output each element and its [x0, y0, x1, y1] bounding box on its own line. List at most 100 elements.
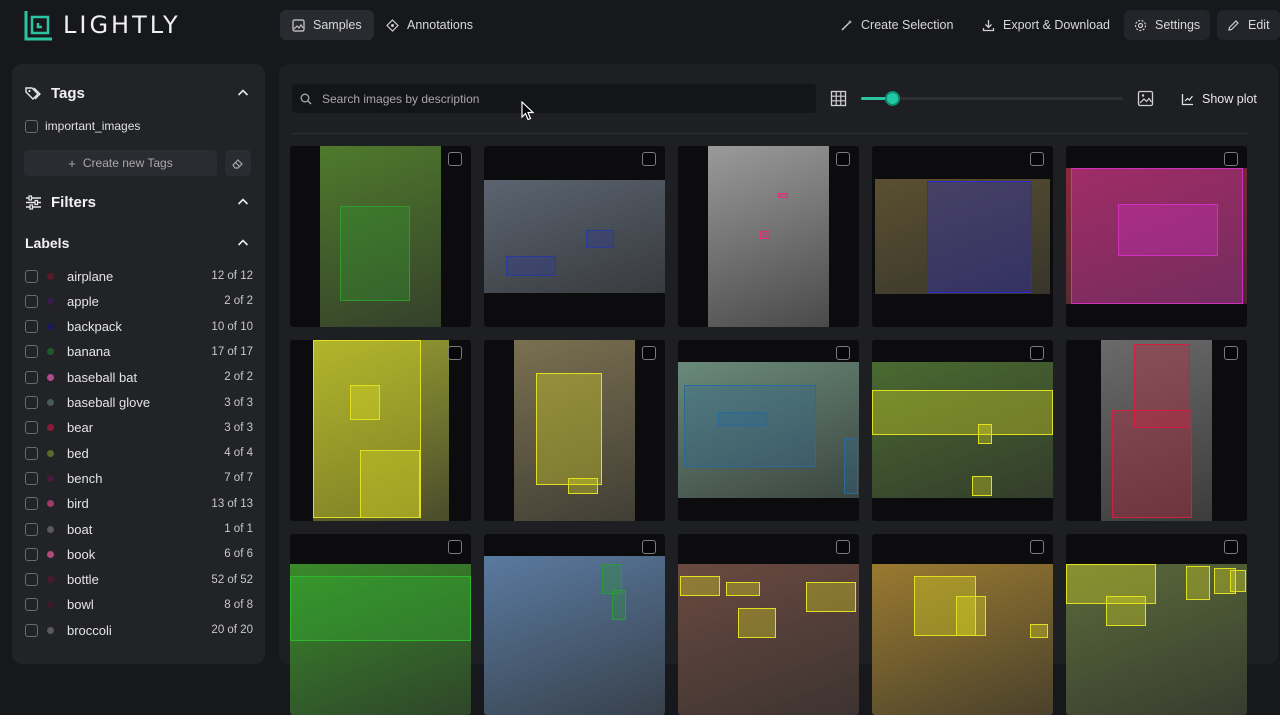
label-checkbox[interactable]: [25, 320, 38, 334]
create-selection-button[interactable]: Create Selection: [830, 10, 963, 40]
annotation-box: [1230, 570, 1246, 592]
label-checkbox[interactable]: [25, 396, 38, 409]
chevron-up-icon[interactable]: [237, 237, 249, 249]
tag-item-important-images[interactable]: important_images: [25, 119, 140, 133]
mouse-cursor-icon: [521, 101, 535, 121]
chevron-up-icon[interactable]: [237, 87, 249, 99]
labels-section-header[interactable]: Labels: [12, 231, 265, 255]
search-icon: [300, 93, 312, 104]
export-download-button[interactable]: Export & Download: [972, 10, 1120, 40]
select-checkbox[interactable]: [1030, 346, 1044, 360]
export-download-label: Export & Download: [1003, 18, 1111, 32]
sample-thumbnail[interactable]: [678, 146, 859, 327]
label-item[interactable]: banana 17 of 17: [25, 343, 253, 361]
tab-samples-label: Samples: [313, 18, 362, 32]
label-checkbox[interactable]: [25, 269, 38, 283]
create-new-tags-button[interactable]: + Create new Tags: [24, 150, 217, 176]
sample-thumbnail[interactable]: [290, 534, 471, 715]
select-checkbox[interactable]: [642, 540, 656, 554]
label-checkbox[interactable]: [25, 573, 38, 587]
select-checkbox[interactable]: [448, 152, 462, 166]
select-checkbox[interactable]: [448, 540, 462, 554]
label-item[interactable]: apple 2 of 2: [25, 292, 253, 310]
select-checkbox[interactable]: [836, 346, 850, 360]
search-bar[interactable]: [292, 84, 816, 113]
label-item[interactable]: bottle 52 of 52: [25, 571, 253, 589]
select-checkbox[interactable]: [1030, 152, 1044, 166]
slider-handle[interactable]: [885, 91, 901, 106]
label-item[interactable]: book 6 of 6: [25, 545, 253, 563]
tab-annotations[interactable]: Annotations: [374, 10, 485, 40]
sample-thumbnail[interactable]: [1066, 534, 1247, 715]
select-checkbox[interactable]: [642, 152, 656, 166]
sample-thumbnail[interactable]: [484, 534, 665, 715]
select-checkbox[interactable]: [1224, 152, 1238, 166]
chart-icon: [1181, 93, 1193, 105]
sample-thumbnail[interactable]: [484, 340, 665, 521]
sample-image: [484, 556, 665, 715]
sample-thumbnail[interactable]: [872, 340, 1053, 521]
select-checkbox[interactable]: [1224, 346, 1238, 360]
label-checkbox[interactable]: [25, 345, 38, 359]
label-count: 2 of 2: [224, 295, 253, 308]
thumbnail-size-slider[interactable]: [861, 91, 1123, 106]
label-item[interactable]: airplane 12 of 12: [25, 267, 253, 285]
annotation-box: [1106, 596, 1146, 626]
select-checkbox[interactable]: [642, 346, 656, 360]
sample-thumbnail[interactable]: [1066, 146, 1247, 327]
sample-thumbnail[interactable]: [290, 146, 471, 327]
sample-thumbnail[interactable]: [1066, 340, 1247, 521]
edit-button[interactable]: Edit: [1217, 10, 1280, 40]
grid-view-icon[interactable]: [830, 90, 847, 107]
sample-thumbnail[interactable]: [678, 534, 859, 715]
label-item[interactable]: bench 7 of 7: [25, 469, 253, 487]
settings-button[interactable]: Settings: [1124, 10, 1211, 40]
label-item[interactable]: bed 4 of 4: [25, 444, 253, 462]
sample-thumbnail[interactable]: [290, 340, 471, 521]
select-checkbox[interactable]: [1030, 540, 1044, 554]
tags-section-header[interactable]: Tags: [12, 81, 265, 105]
label-item[interactable]: bowl 8 of 8: [25, 596, 253, 614]
clear-tags-button[interactable]: [225, 150, 251, 176]
label-checkbox[interactable]: [25, 598, 38, 612]
label-checkbox[interactable]: [25, 522, 38, 536]
label-item[interactable]: baseball glove 3 of 3: [25, 394, 253, 412]
label-item[interactable]: broccoli 20 of 20: [25, 621, 253, 639]
tag-checkbox[interactable]: [25, 119, 38, 133]
label-checkbox[interactable]: [25, 497, 38, 511]
lightly-logo[interactable]: LIGHTLY: [24, 9, 181, 41]
sample-thumbnail[interactable]: [678, 340, 859, 521]
tab-samples[interactable]: Samples: [280, 10, 374, 40]
annotation-box: [360, 450, 420, 518]
label-item[interactable]: bird 13 of 13: [25, 495, 253, 513]
logo-mark-icon: [24, 11, 52, 41]
annotation-box: [612, 590, 626, 620]
sample-thumbnail[interactable]: [484, 146, 665, 327]
label-checkbox[interactable]: [25, 547, 38, 561]
label-checkbox[interactable]: [25, 623, 38, 637]
label-item[interactable]: baseball bat 2 of 2: [25, 368, 253, 386]
search-input[interactable]: [322, 91, 782, 106]
label-checkbox[interactable]: [25, 370, 38, 384]
select-checkbox[interactable]: [448, 346, 462, 360]
filters-section-header[interactable]: Filters: [12, 190, 265, 214]
select-checkbox[interactable]: [1224, 540, 1238, 554]
filters-title: Filters: [51, 193, 97, 211]
image-view-icon[interactable]: [1137, 90, 1154, 107]
label-item[interactable]: bear 3 of 3: [25, 419, 253, 437]
select-checkbox[interactable]: [836, 540, 850, 554]
label-item[interactable]: backpack 10 of 10: [25, 318, 253, 336]
select-checkbox[interactable]: [836, 152, 850, 166]
label-count: 12 of 12: [211, 270, 253, 282]
label-item[interactable]: boat 1 of 1: [25, 520, 253, 538]
label-checkbox[interactable]: [25, 471, 38, 485]
sample-thumbnail[interactable]: [872, 534, 1053, 715]
label-checkbox[interactable]: [25, 446, 38, 460]
label-checkbox[interactable]: [25, 421, 38, 435]
label-checkbox[interactable]: [25, 294, 38, 308]
chevron-up-icon[interactable]: [237, 196, 249, 208]
annotation-box: [684, 385, 816, 467]
sample-thumbnail[interactable]: [872, 146, 1053, 327]
label-color-swatch: [47, 373, 54, 381]
show-plot-button[interactable]: Show plot: [1181, 88, 1257, 110]
